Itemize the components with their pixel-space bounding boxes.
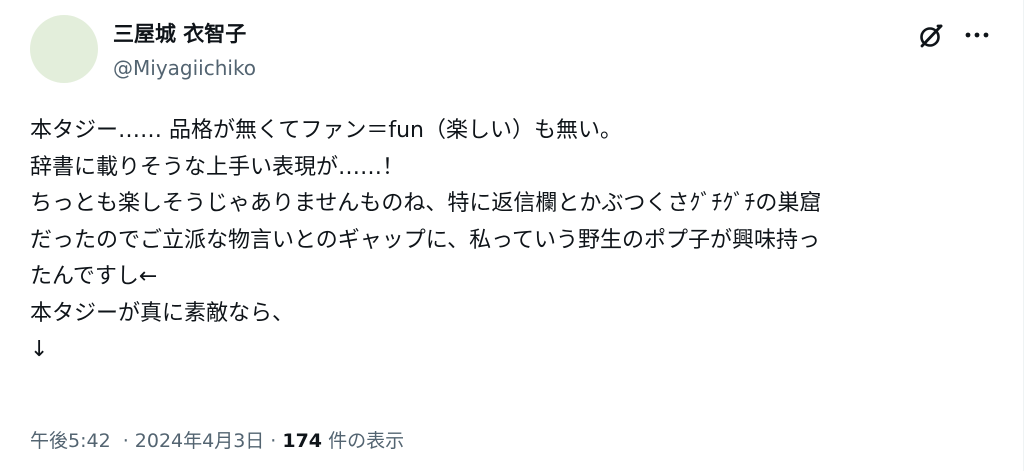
tweet-date: 2024年4月3日: [134, 430, 265, 452]
separator: ·: [122, 430, 129, 452]
tweet-text-line: 辞書に載りそうな上手い表現が……！: [30, 154, 405, 180]
tweet-text-line: ちっとも楽しそうじゃありませんものね、特に返信欄とかぶつくさｸﾞﾁｸﾞﾁの巣窟: [30, 191, 822, 216]
separator: ·: [270, 430, 277, 452]
tweet-timestamp-link[interactable]: 午後5:42 · 2024年4月3日: [30, 430, 264, 452]
tweet-text-line: 本タジー…… 品格が無くてファン＝fun（楽しい）も無い。: [30, 118, 622, 143]
views-count: 174: [282, 430, 323, 452]
views-label: 件の表示: [328, 430, 405, 452]
tweet-text-line: だったのでご立派な物言いとのギャップに、私っていう野生のポプ子が興味持っ: [30, 227, 821, 253]
avatar[interactable]: [30, 15, 98, 83]
tweet-text-line: たんですし←: [30, 264, 158, 289]
tweet-time: 午後5:42: [30, 430, 111, 452]
author-display-name[interactable]: 三屋城 衣智子: [113, 20, 246, 48]
tweet-text: 本タジー…… 品格が無くてファン＝fun（楽しい）も無い。 辞書に載りそうな上手…: [30, 113, 1010, 369]
tweet-meta: 午後5:42 · 2024年4月3日 · 174 件の表示: [30, 427, 404, 455]
more-options-icon[interactable]: [962, 20, 992, 50]
author-handle[interactable]: @Miyagiichiko: [113, 54, 256, 82]
tweet-text-line: ↓: [30, 337, 49, 362]
grok-icon[interactable]: [916, 21, 946, 51]
tweet-card: 三屋城 衣智子 @Miyagiichiko 本タジー…… 品格が無くてファン＝f…: [0, 0, 1024, 471]
views-link[interactable]: 174 件の表示: [282, 430, 404, 452]
tweet-text-line: 本タジーが真に素敵なら、: [30, 300, 295, 326]
